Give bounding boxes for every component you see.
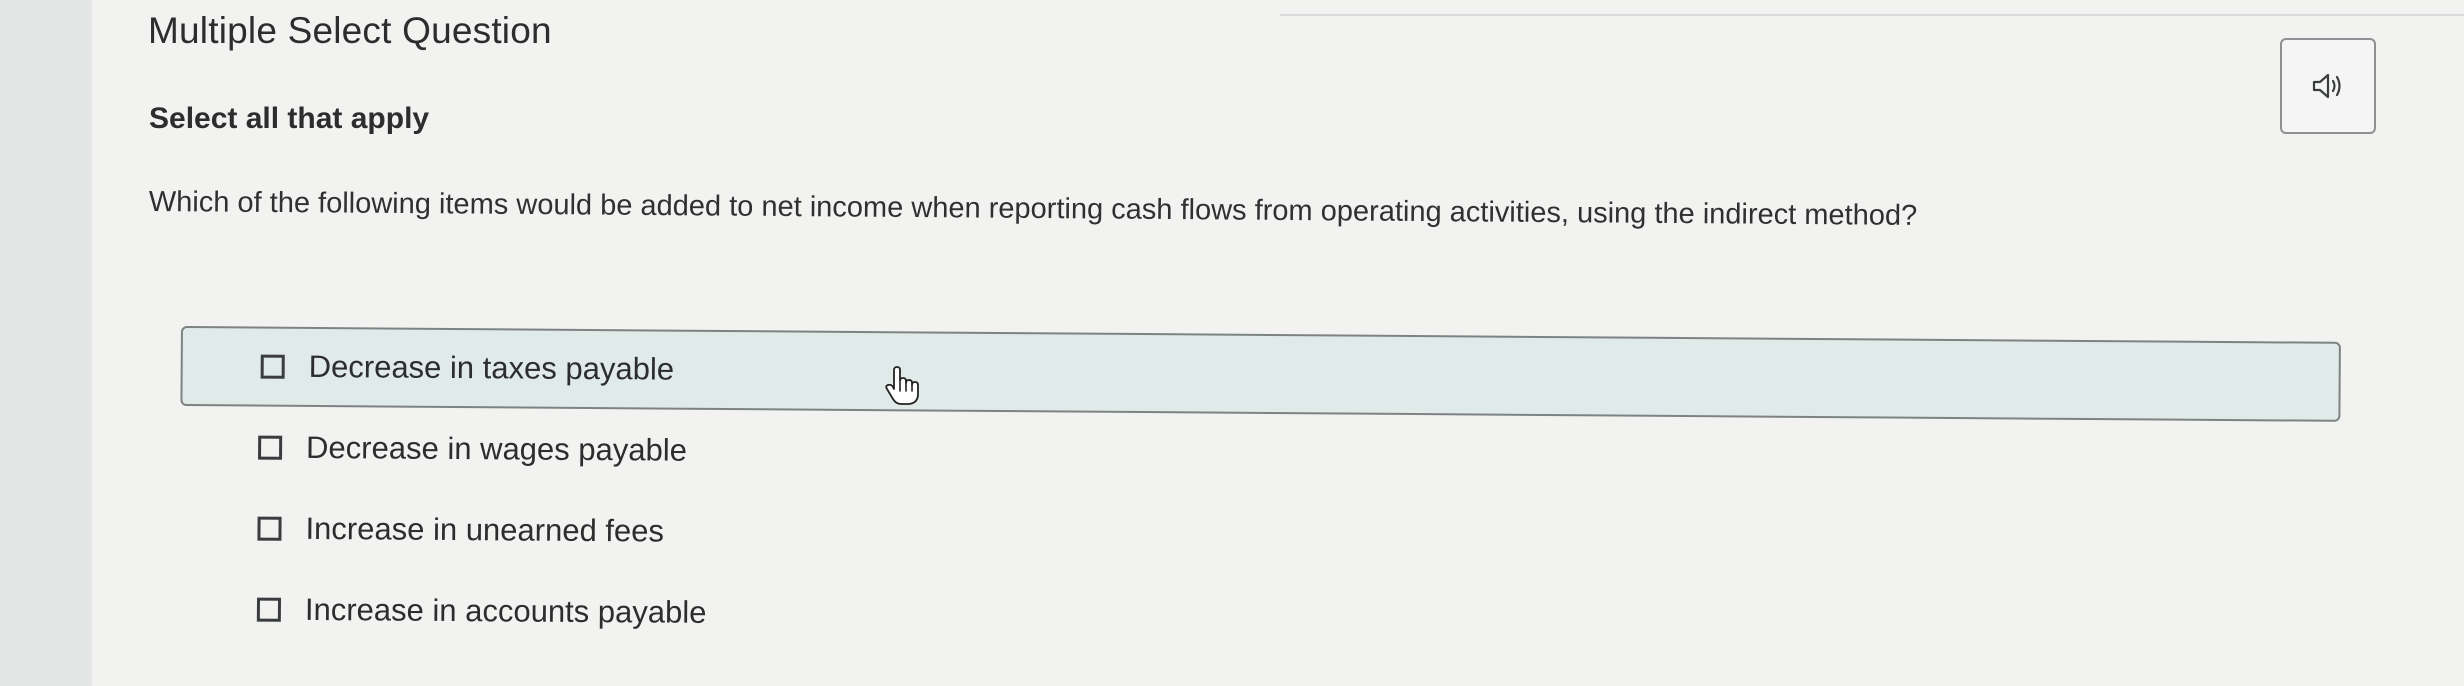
read-aloud-button[interactable] bbox=[2280, 38, 2376, 134]
option-checkbox[interactable] bbox=[256, 597, 282, 622]
option-increase-in-unearned-fees[interactable]: Increase in unearned fees bbox=[179, 488, 2340, 584]
option-checkbox[interactable] bbox=[260, 354, 285, 379]
hand-pointer-icon bbox=[885, 366, 919, 405]
question-type-heading: Multiple Select Question bbox=[148, 10, 552, 51]
option-label: Increase in unearned fees bbox=[305, 510, 665, 549]
option-label: Decrease in taxes payable bbox=[308, 348, 675, 387]
option-decrease-in-taxes-payable[interactable]: Decrease in taxes payable bbox=[180, 326, 2341, 422]
instruction-text: Select all that apply bbox=[149, 102, 430, 135]
option-increase-in-accounts-payable[interactable]: Increase in accounts payable bbox=[179, 569, 2340, 665]
option-label: Decrease in wages payable bbox=[305, 429, 688, 468]
option-checkbox[interactable] bbox=[258, 435, 283, 460]
option-label: Increase in accounts payable bbox=[304, 591, 707, 630]
page-margin bbox=[0, 0, 92, 686]
answer-options: Decrease in taxes payable Decrease in wa… bbox=[179, 326, 2341, 666]
option-checkbox[interactable] bbox=[257, 516, 282, 541]
option-decrease-in-wages-payable[interactable]: Decrease in wages payable bbox=[180, 407, 2341, 503]
divider bbox=[1280, 14, 2464, 16]
speaker-icon bbox=[2312, 73, 2341, 99]
